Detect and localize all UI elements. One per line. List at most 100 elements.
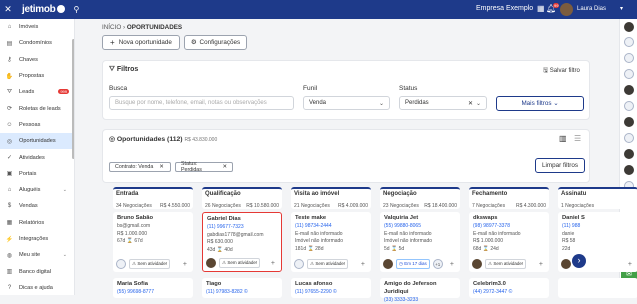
activity-status[interactable]: ⚠ Sem atividade! bbox=[219, 258, 261, 268]
app-logo[interactable]: jetimob bbox=[22, 4, 66, 15]
deal-card[interactable]: Teste make (11) 98734-2444 E-mail não in… bbox=[291, 212, 371, 272]
contact-avatar[interactable] bbox=[624, 22, 634, 32]
contact-avatar[interactable] bbox=[624, 69, 634, 79]
sidebar-item-propostas[interactable]: ✋ Propostas bbox=[0, 68, 74, 84]
deal-card[interactable] bbox=[558, 278, 637, 298]
add-activity-icon[interactable]: + bbox=[628, 261, 632, 268]
sidebar-item-condom-nios[interactable]: ▤ Condomínios bbox=[0, 35, 74, 51]
sidebar-item-integra-es[interactable]: ⚡ Integrações bbox=[0, 231, 74, 247]
deal-phone[interactable]: (98) 98977-3378 bbox=[473, 223, 545, 231]
sidebar-item-alugu-is[interactable]: ⌂ Aluguéis ⌄ bbox=[0, 182, 74, 198]
sidebar-item-pessoas[interactable]: ☺ Pessoas bbox=[0, 117, 74, 133]
list-view-icon[interactable]: ☰ bbox=[574, 134, 581, 143]
clear-icon[interactable]: ✕ bbox=[468, 100, 473, 107]
chevron-down-icon[interactable]: ▾ bbox=[620, 5, 623, 12]
funnel-select[interactable]: Venda ⌄ bbox=[303, 96, 390, 110]
sidebar-item-relat-rios[interactable]: ▦ Relatórios bbox=[0, 215, 74, 231]
user-avatar[interactable] bbox=[560, 3, 573, 16]
owner-avatar[interactable] bbox=[383, 259, 393, 269]
deal-phone[interactable]: (11) 97983-8282 © bbox=[206, 289, 278, 297]
owner-avatar[interactable] bbox=[206, 258, 216, 268]
filter-chip[interactable]: Status: Perdidas ✕ bbox=[175, 161, 233, 173]
user-name[interactable]: Laura Dias bbox=[577, 6, 606, 12]
contact-avatar[interactable] bbox=[624, 37, 634, 47]
settings-button[interactable]: ⚙ Configurações bbox=[184, 35, 247, 50]
sidebar-item-dicas-e-ajuda[interactable]: ? Dicas e ajuda bbox=[0, 280, 74, 295]
sidebar-item-leads[interactable]: ⛛ Leads 999 bbox=[0, 84, 74, 100]
deal-card[interactable]: Bruno Sabão bs@gmail.com R$ 1.000.000 67… bbox=[113, 212, 193, 272]
clear-filters-button[interactable]: Limpar filtros bbox=[535, 158, 585, 173]
contact-avatar[interactable] bbox=[624, 117, 634, 127]
contact-avatar[interactable] bbox=[624, 53, 634, 63]
contact-avatar[interactable] bbox=[624, 101, 634, 111]
deal-card[interactable]: dkswaps (98) 98977-3378 E-mail não infor… bbox=[469, 212, 549, 272]
contact-avatar[interactable] bbox=[624, 149, 634, 159]
company-name[interactable]: Empresa Exemplo bbox=[476, 5, 533, 12]
deal-card[interactable]: Celebrim3.0 (44) 2972-3447 © bbox=[469, 278, 549, 298]
activity-status[interactable]: ⚠ Sem atividade! bbox=[485, 259, 527, 269]
deal-phone[interactable]: (11) 99677-7323 bbox=[207, 224, 277, 232]
add-activity-icon[interactable]: + bbox=[183, 261, 187, 268]
chevron-right-icon[interactable]: › bbox=[572, 254, 586, 268]
deal-card[interactable]: Gabriel Dias (11) 99677-7323 gabdias1778… bbox=[202, 212, 282, 272]
activity-status[interactable]: ⚠ Sem atividade! bbox=[307, 259, 349, 269]
deal-phone[interactable]: (11) 97655-2290 © bbox=[295, 289, 367, 297]
deal-card[interactable]: Lucas afonso (11) 97655-2290 © bbox=[291, 278, 371, 298]
close-icon[interactable]: ✕ bbox=[223, 164, 227, 170]
status-select[interactable]: Perdidas ✕ ⌄ bbox=[399, 96, 487, 110]
deal-card[interactable]: Tiago (11) 97983-8282 © bbox=[202, 278, 282, 298]
more-filters-button[interactable]: Mais filtros ⌄ bbox=[496, 96, 584, 111]
breadcrumb-home[interactable]: INÍCIO bbox=[102, 24, 121, 31]
add-activity-icon[interactable]: + bbox=[539, 261, 543, 268]
sidebar-item-oportunidades[interactable]: ◎ Oportunidades bbox=[0, 133, 74, 150]
contact-avatar[interactable] bbox=[624, 165, 634, 175]
owner-avatar[interactable] bbox=[116, 259, 126, 269]
deal-card[interactable]: Amigo do Jeferson Juridiqui (33) 3333-32… bbox=[380, 278, 460, 303]
deal-phone[interactable]: (44) 2972-3447 © bbox=[473, 289, 545, 297]
sidebar-item-meu-site[interactable]: ◍ Meu site ⌄ bbox=[0, 247, 74, 263]
sidebar-item-portais[interactable]: ▣ Portais bbox=[0, 166, 74, 182]
add-activity-icon[interactable]: + bbox=[450, 261, 454, 268]
extra-activities-count[interactable]: +1 bbox=[432, 259, 443, 269]
owner-avatar[interactable] bbox=[472, 259, 482, 269]
filter-chip[interactable]: Contrato: Venda ✕ bbox=[109, 162, 171, 172]
contact-avatar[interactable] bbox=[624, 85, 634, 95]
column-header[interactable]: Fechamento 7 Negociações R$ 4.300.000 bbox=[469, 187, 549, 209]
deal-phone[interactable]: (11) 98734-2444 bbox=[295, 223, 367, 231]
deal-card[interactable]: Daniel S (11) 988 danie R$ 58 22d + bbox=[558, 212, 637, 272]
deal-phone[interactable]: (11) 988 bbox=[562, 223, 634, 231]
apps-grid-icon[interactable]: ▦ bbox=[537, 4, 545, 13]
owner-avatar[interactable] bbox=[561, 259, 571, 269]
add-activity-icon[interactable]: + bbox=[361, 261, 365, 268]
activity-status[interactable]: ◷ Em 17 dias bbox=[396, 259, 430, 269]
search-icon[interactable]: ⚲ bbox=[73, 5, 79, 14]
close-icon[interactable]: ✕ bbox=[159, 164, 163, 170]
add-activity-icon[interactable]: + bbox=[271, 260, 275, 267]
save-filter-button[interactable]: 🖫︎ Salvar filtro bbox=[543, 66, 580, 76]
column-header[interactable]: Assinatu 1 Negociações bbox=[558, 187, 637, 209]
sidebar-item-banco-digital[interactable]: ▥ Banco digital bbox=[0, 263, 74, 279]
close-menu-icon[interactable]: ✕ bbox=[0, 4, 16, 15]
deal-phone[interactable]: (55) 99880-8065 bbox=[384, 223, 456, 231]
search-input[interactable]: Busque por nome, telefone, email, notas … bbox=[109, 96, 294, 110]
sidebar-item-roletas-de-leads[interactable]: ⟳ Roletas de leads bbox=[0, 100, 74, 116]
column-header[interactable]: Entrada 34 Negociações R$ 4.550.000 bbox=[113, 187, 193, 209]
contact-avatar[interactable] bbox=[624, 133, 634, 143]
column-header[interactable]: Negociação 23 Negociações R$ 18.400.000 bbox=[380, 187, 460, 209]
column-header[interactable]: Qualificação 26 Negociações R$ 10.580.00… bbox=[202, 187, 282, 209]
sidebar-item-chaves[interactable]: ⚷ Chaves bbox=[0, 52, 74, 68]
report-icon: ▦ bbox=[6, 220, 13, 227]
deal-card[interactable]: Valquiria Jet (55) 99880-8065 E-mail não… bbox=[380, 212, 460, 272]
kanban-view-icon[interactable]: ▥ bbox=[559, 134, 567, 143]
sidebar-scrollbar[interactable] bbox=[72, 39, 74, 159]
deal-card[interactable]: Maria Sofia (55) 99698-8777 bbox=[113, 278, 193, 298]
deal-phone[interactable]: (55) 99698-8777 bbox=[117, 289, 189, 297]
deal-phone[interactable]: (33) 3333-3233 bbox=[384, 297, 456, 304]
sidebar-item-vendas[interactable]: $ Vendas bbox=[0, 198, 74, 214]
sidebar-item-atividades[interactable]: ✓ Atividades bbox=[0, 149, 74, 165]
owner-avatar[interactable] bbox=[294, 259, 304, 269]
activity-status[interactable]: ⚠ Sem atividade! bbox=[129, 259, 171, 269]
new-opportunity-button[interactable]: + Nova oportunidade bbox=[102, 35, 180, 50]
column-header[interactable]: Visita ao imóvel 21 Negociações R$ 4.009… bbox=[291, 187, 371, 209]
sidebar-item-im-veis[interactable]: ⌂ Imóveis bbox=[0, 19, 74, 35]
